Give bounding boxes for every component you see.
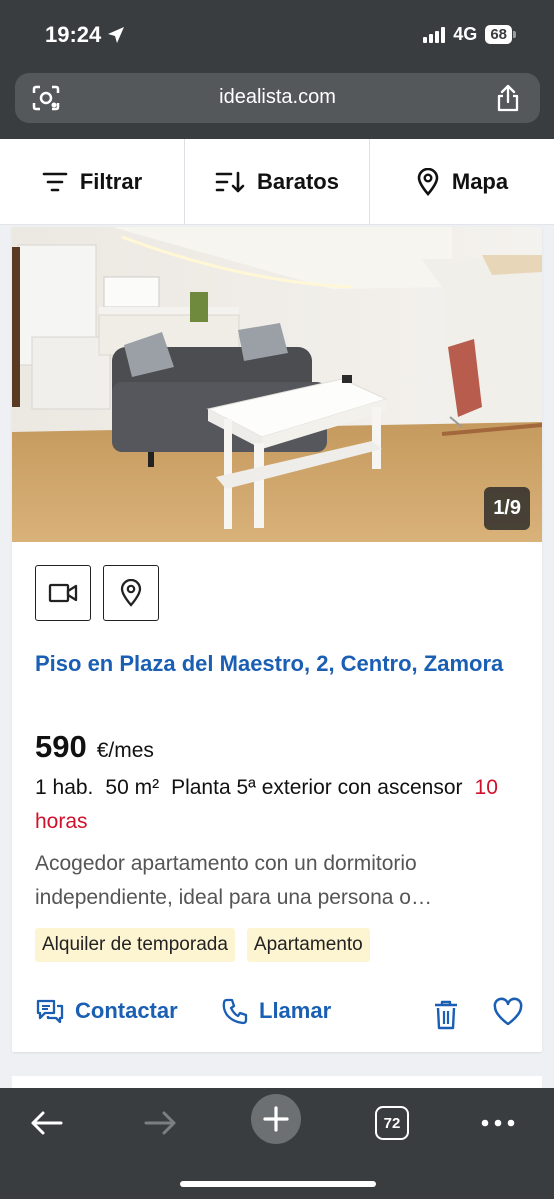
listing-title-link[interactable]: Piso en Plaza del Maestro, 2, Centro, Za… <box>35 647 505 680</box>
card-actions: Contactar Llamar <box>35 997 529 1031</box>
tag-property-type: Apartamento <box>246 928 370 962</box>
call-button[interactable]: Llamar <box>221 997 331 1025</box>
filter-icon <box>42 172 68 191</box>
more-dots-icon <box>481 1119 515 1127</box>
address-bar[interactable]: idealista.com <box>15 73 540 123</box>
photo-counter: 1/9 <box>484 487 530 530</box>
video-button[interactable] <box>35 565 91 621</box>
forward-button[interactable] <box>143 1104 179 1142</box>
tag-rental-type: Alquiler de temporada <box>35 928 235 962</box>
price-unit: €/mes <box>96 739 154 762</box>
back-button[interactable] <box>28 1104 64 1142</box>
status-time: 19:24 <box>45 22 125 48</box>
sort-icon <box>215 171 245 192</box>
rooms: 1 hab. <box>35 776 94 799</box>
filter-button[interactable]: Filtrar <box>0 139 185 224</box>
map-pin-icon <box>417 167 439 196</box>
map-pin-icon <box>120 579 142 607</box>
url-text[interactable]: idealista.com <box>15 86 540 109</box>
tabs-count: 72 <box>375 1106 409 1140</box>
listing-card[interactable]: 1/9 Piso en Plaza del Maestro, 2, Centro… <box>12 227 542 1052</box>
location-button[interactable] <box>103 565 159 621</box>
signal-icon <box>423 26 446 43</box>
price-row: 590 €/mes <box>35 729 154 765</box>
listing-description[interactable]: Acogedor apartamento con un dormitorio i… <box>35 847 505 915</box>
browser-chrome-top: 19:24 4G 68 idealista.com <box>0 0 554 139</box>
tag-list: Alquiler de temporada Apartamento <box>35 928 370 962</box>
trash-icon[interactable] <box>433 999 459 1031</box>
area: 50 m² <box>105 776 160 799</box>
home-indicator <box>180 1181 376 1187</box>
status-indicators: 4G 68 <box>423 24 516 45</box>
video-camera-icon <box>48 583 78 603</box>
sort-button[interactable]: Baratos <box>185 139 370 224</box>
heart-icon[interactable] <box>492 997 524 1027</box>
back-arrow-icon <box>31 1111 63 1135</box>
tabs-button[interactable]: 72 <box>375 1104 409 1142</box>
chat-icon <box>36 999 64 1024</box>
battery-icon: 68 <box>485 25 516 44</box>
location-arrow-icon <box>108 27 125 43</box>
more-menu-button[interactable] <box>480 1104 516 1142</box>
new-tab-button[interactable] <box>251 1094 301 1144</box>
plus-icon <box>263 1106 289 1132</box>
share-icon[interactable] <box>494 83 522 113</box>
phone-icon <box>222 998 248 1025</box>
forward-arrow-icon <box>144 1111 176 1135</box>
map-button[interactable]: Mapa <box>370 139 554 224</box>
contact-button[interactable]: Contactar <box>35 997 178 1025</box>
floor: Planta 5ª exterior con ascensor <box>171 776 463 799</box>
price-value: 590 <box>35 729 87 764</box>
apartment-photo <box>12 227 542 542</box>
results-toolbar: Filtrar Baratos Mapa <box>0 139 554 225</box>
network-label: 4G <box>453 24 478 44</box>
listing-details: 1 hab. 50 m² Planta 5ª exterior con ascens… <box>35 771 505 839</box>
listing-photo[interactable]: 1/9 <box>12 227 542 542</box>
